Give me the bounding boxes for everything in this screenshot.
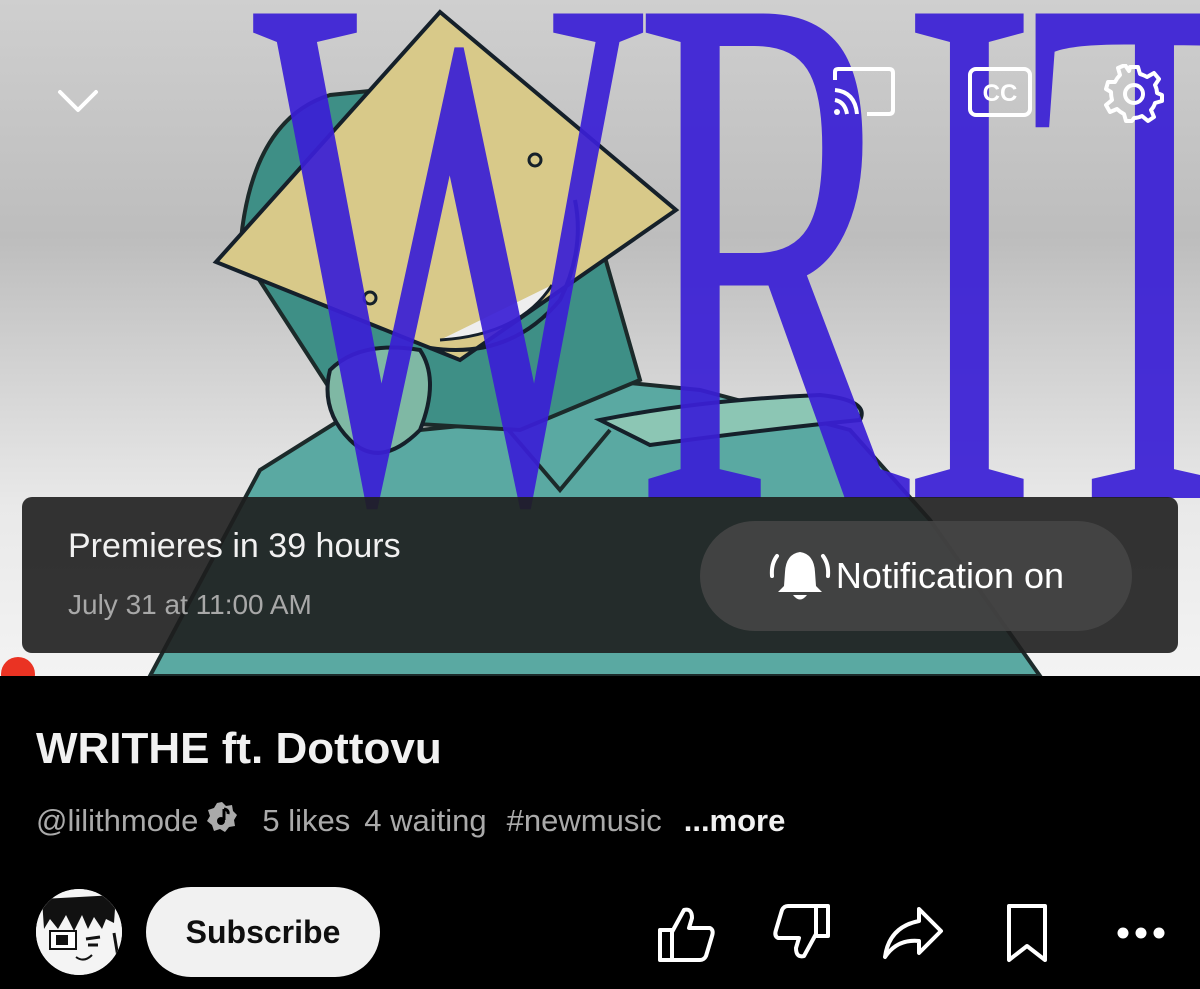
subscribe-button[interactable]: Subscribe: [146, 887, 380, 977]
premiere-countdown: Premieres in 39 hours: [68, 527, 401, 565]
waiting-count: 4 waiting: [364, 803, 487, 838]
bookmark-icon: [1007, 904, 1047, 962]
captions-button[interactable]: CC: [964, 62, 1036, 122]
channel-handle[interactable]: @lilithmode: [36, 803, 198, 839]
chevron-down-icon: [58, 90, 98, 112]
notification-toggle-button[interactable]: Notification on: [700, 521, 1132, 631]
hashtag-link[interactable]: #newmusic: [507, 803, 662, 839]
channel-avatar[interactable]: [36, 889, 122, 975]
video-player[interactable]: WRITHE CC: [0, 0, 1200, 676]
music-note-badge-icon: [206, 801, 238, 841]
settings-button[interactable]: [1098, 58, 1170, 130]
description-more-link[interactable]: ...more: [684, 803, 786, 839]
video-meta-row[interactable]: @lilithmode 5 likes 4 waiting #newmusic …: [36, 800, 785, 842]
gear-icon: [1104, 64, 1164, 123]
notification-label: Notification on: [835, 555, 1065, 596]
thumbs-up-icon: [658, 907, 715, 962]
video-watch-page: WRITHE CC: [0, 0, 1200, 989]
cast-icon: [833, 67, 895, 116]
more-actions-button[interactable]: [1108, 900, 1174, 966]
thumbs-down-icon: [773, 904, 830, 959]
share-button[interactable]: [880, 900, 946, 966]
more-horizontal-icon: [1117, 927, 1165, 939]
dislike-button[interactable]: [768, 900, 834, 966]
save-button[interactable]: [994, 900, 1060, 966]
collapse-button[interactable]: [46, 70, 110, 134]
share-icon: [883, 907, 943, 959]
avatar-image: [36, 889, 122, 975]
bell-ringing-icon: [769, 552, 831, 600]
premiere-date: July 31 at 11:00 AM: [68, 589, 312, 620]
likes-count: 5 likes: [262, 803, 351, 838]
video-title: WRITHE ft. Dottovu: [36, 724, 442, 773]
premiere-banner: Premieres in 39 hours July 31 at 11:00 A…: [22, 497, 1178, 653]
svg-text:CC: CC: [983, 80, 1018, 107]
like-button[interactable]: [654, 900, 720, 966]
cast-button[interactable]: [828, 62, 900, 122]
closed-captions-icon: CC: [968, 67, 1032, 117]
